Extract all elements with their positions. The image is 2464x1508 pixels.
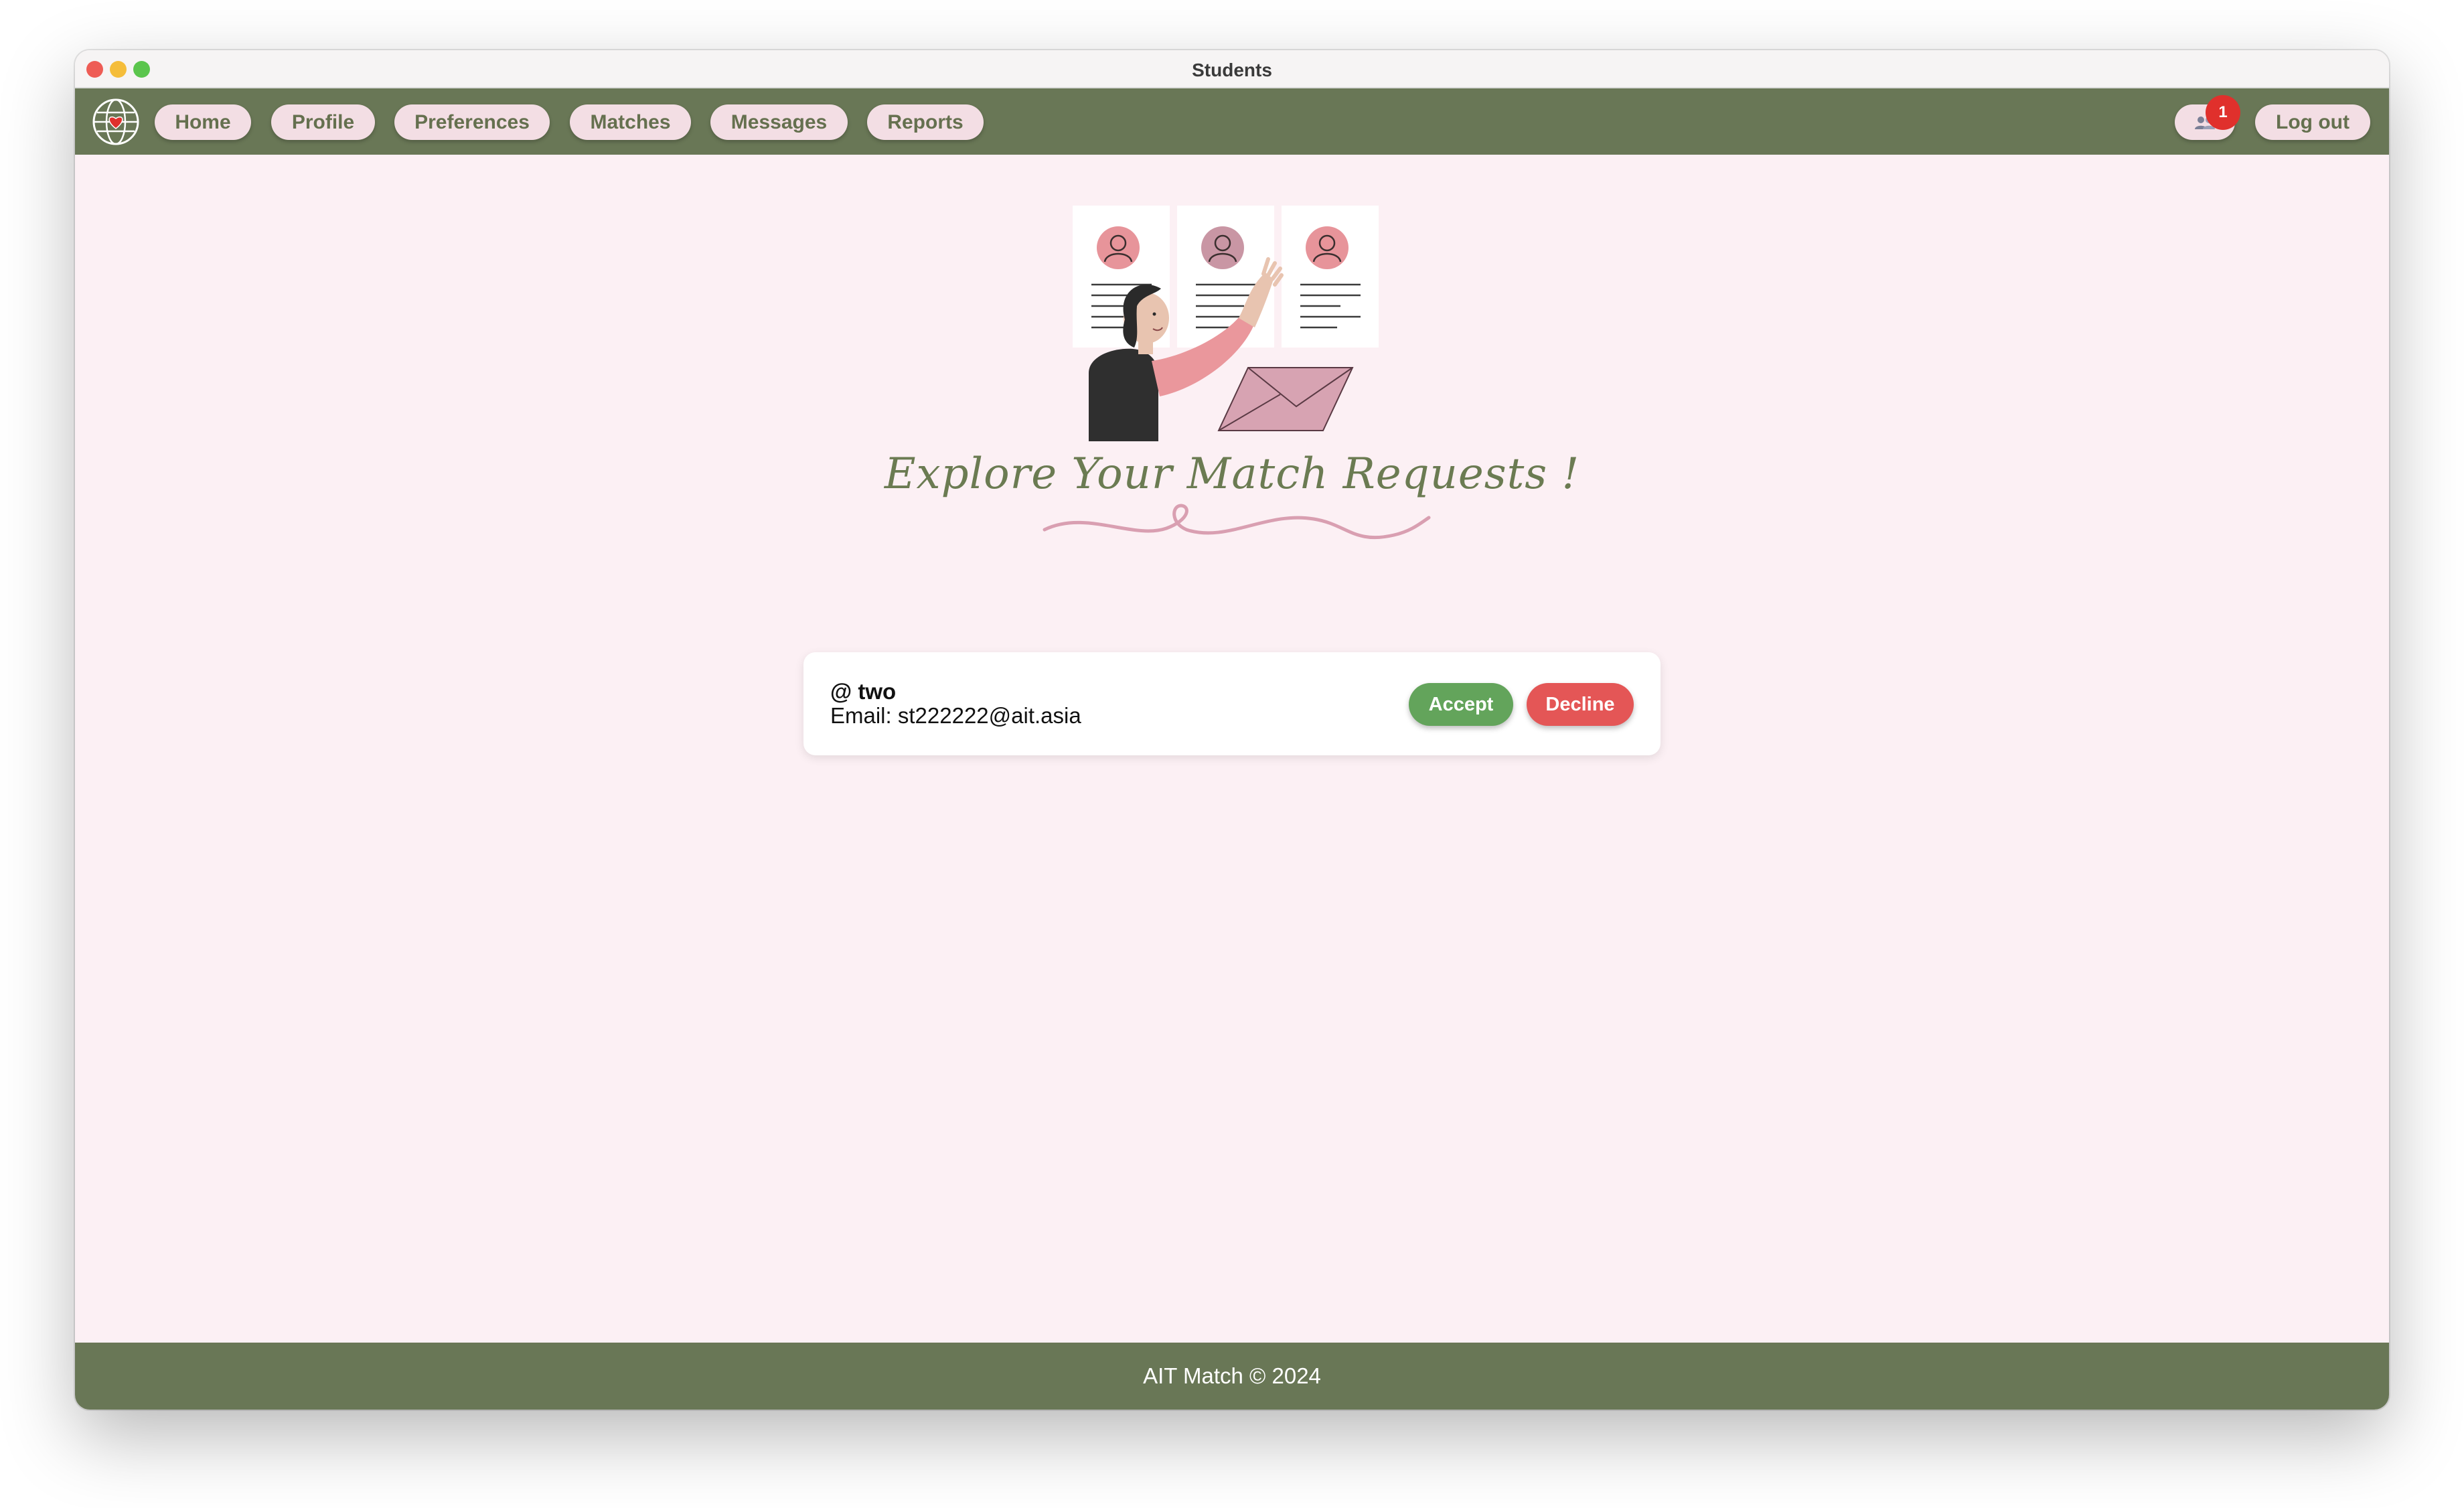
decline-button[interactable]: Decline (1527, 683, 1634, 726)
nav-profile-button[interactable]: Profile (271, 104, 375, 140)
accept-button[interactable]: Accept (1409, 683, 1513, 726)
decorative-swirl (1043, 504, 1431, 540)
app-window: Students Home Profile Preferences Matche… (75, 50, 2389, 1410)
footer: AIT Match © 2024 (75, 1343, 2389, 1410)
notification-count-badge: 1 (2206, 95, 2240, 130)
logout-button[interactable]: Log out (2255, 104, 2370, 140)
nav-reports-button[interactable]: Reports (867, 104, 984, 140)
main-content: Explore Your Match Requests ! @ two Emai… (75, 155, 2389, 1343)
page-heading: Explore Your Match Requests ! (884, 449, 1580, 499)
top-navbar: Home Profile Preferences Matches Message… (75, 88, 2389, 155)
nav-home-button[interactable]: Home (155, 104, 251, 140)
request-username: @ two (830, 679, 897, 704)
globe-heart-logo-icon[interactable] (92, 98, 140, 146)
request-email-row: Email: st222222@ait.asia (830, 703, 1081, 729)
title-bar: Students (75, 50, 2389, 88)
match-requests-button[interactable]: 1 (2175, 95, 2240, 140)
nav-matches-button[interactable]: Matches (570, 104, 691, 140)
nav-preferences-button[interactable]: Preferences (394, 104, 550, 140)
match-requests-illustration (1073, 206, 1379, 441)
nav-messages-button[interactable]: Messages (710, 104, 848, 140)
footer-text: AIT Match © 2024 (1143, 1363, 1321, 1388)
match-request-card: @ two Email: st222222@ait.asia Accept De… (803, 652, 1661, 755)
window-title: Students (1192, 60, 1272, 80)
request-email-value: st222222@ait.asia (897, 703, 1081, 728)
request-email-label: Email: (830, 703, 892, 728)
